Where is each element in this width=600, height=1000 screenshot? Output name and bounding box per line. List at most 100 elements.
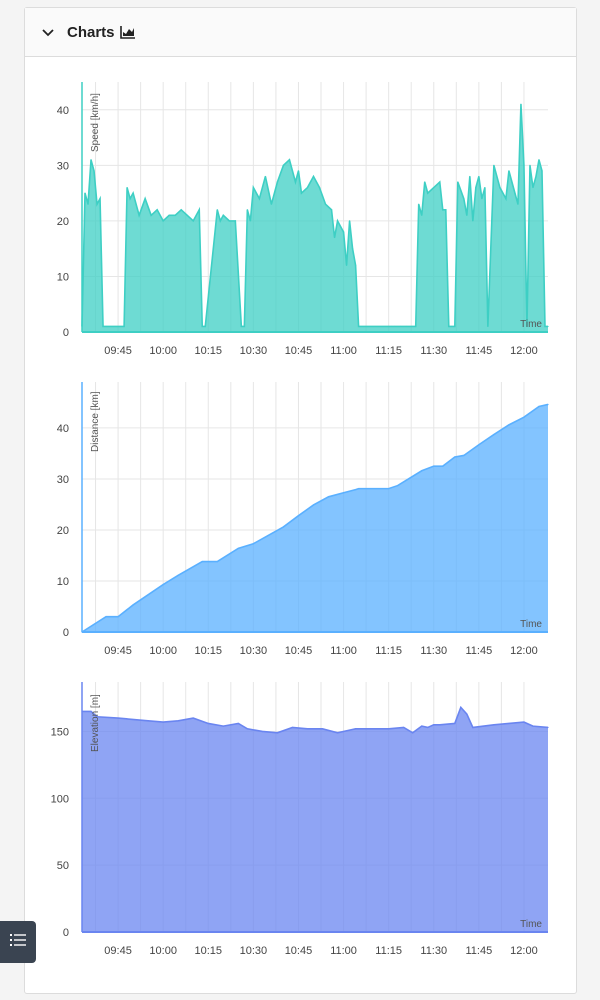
distance-point	[357, 488, 360, 490]
speed-point	[204, 325, 206, 328]
x-tick-label: 11:45	[465, 645, 492, 657]
speed-point	[222, 214, 224, 216]
speed-point	[270, 203, 273, 205]
speed-point	[487, 325, 489, 328]
list-toggle-button[interactable]	[0, 921, 36, 963]
speed-point	[249, 220, 251, 222]
speed-point	[424, 181, 426, 183]
speed-point	[180, 209, 182, 211]
distance-point	[162, 583, 164, 586]
speed-point	[342, 231, 345, 233]
speed-point	[258, 198, 260, 200]
speed-point	[294, 181, 297, 183]
x-axis-label: Time	[520, 919, 542, 930]
elevation-area	[82, 707, 548, 932]
elevation-point	[177, 720, 179, 722]
speed-point	[198, 209, 200, 211]
speed-point	[123, 325, 125, 328]
panel-title: Charts	[67, 23, 115, 41]
speed-point	[547, 325, 549, 328]
elevation-point	[439, 724, 441, 726]
x-tick-label: 09:45	[104, 345, 132, 357]
speed-point	[499, 186, 501, 189]
area-chart-icon	[119, 25, 136, 39]
elevation-point	[454, 722, 456, 725]
elevation-chart: 0 50 100 150 09:45 10:00 10:15 10:30 10:45 11:00 1…	[51, 682, 549, 957]
x-tick-label: 09:45	[104, 645, 132, 657]
elevation-point	[261, 730, 263, 733]
speed-point	[276, 181, 279, 183]
distance-point	[105, 616, 107, 618]
speed-point	[186, 214, 188, 216]
speed-point	[282, 164, 285, 166]
speed-point	[243, 325, 245, 328]
x-tick-label: 10:30	[240, 345, 268, 357]
elevation-point	[222, 725, 224, 727]
elevation-point	[403, 726, 405, 729]
x-tick-label: 10:00	[149, 945, 177, 957]
x-tick-label: 10:45	[285, 645, 313, 657]
speed-point	[493, 164, 495, 166]
y-tick-label: 10	[57, 576, 69, 588]
y-tick-label: 40	[57, 423, 69, 435]
x-tick-label: 10:30	[240, 945, 268, 957]
distance-point	[117, 616, 119, 618]
distance-point	[442, 465, 444, 467]
speed-point	[318, 186, 321, 189]
speed-point	[541, 170, 543, 172]
speed-point	[93, 170, 95, 172]
speed-point	[252, 186, 254, 189]
speed-point	[532, 186, 534, 189]
speed-point	[433, 186, 435, 189]
x-tick-label: 11:00	[330, 945, 357, 957]
speed-point	[132, 192, 134, 194]
speed-point	[351, 248, 354, 250]
distance-point	[547, 403, 549, 406]
speed-point	[445, 209, 447, 211]
distance-point	[327, 496, 330, 498]
speed-point	[478, 175, 480, 178]
elevation-point	[547, 726, 549, 729]
speed-point	[529, 164, 531, 166]
speed-point	[514, 192, 516, 194]
speed-point	[246, 209, 248, 211]
distance-chart: 0 10 20 30 40 09:45 10:00 10:15 10:30 10:45 11:00 1…	[57, 382, 549, 657]
x-tick-label: 11:15	[375, 645, 402, 657]
elevation-point	[460, 706, 462, 709]
speed-point	[129, 198, 131, 200]
elevation-point	[321, 728, 324, 730]
speed-point	[330, 209, 333, 211]
distance-point	[508, 424, 510, 426]
distance-point	[523, 416, 525, 418]
distance-point	[297, 515, 300, 517]
x-tick-label: 12:00	[510, 645, 538, 657]
elevation-point	[354, 728, 357, 730]
distance-point	[421, 470, 423, 472]
elevation-point	[276, 732, 279, 734]
speed-point	[442, 209, 444, 211]
elevation-point	[237, 722, 239, 725]
distance-point	[342, 492, 345, 494]
speed-point	[333, 236, 336, 239]
speed-point	[538, 159, 540, 161]
y-tick-label: 100	[51, 793, 69, 805]
distance-point	[388, 488, 390, 490]
elevation-point	[147, 720, 149, 722]
speed-point	[391, 325, 393, 328]
distance-point	[312, 504, 315, 506]
distance-point	[463, 454, 465, 457]
elevation-point	[493, 724, 495, 726]
x-tick-label: 10:15	[195, 945, 223, 957]
chevron-down-icon[interactable]	[41, 25, 55, 39]
charts-panel-header[interactable]: Charts	[25, 8, 576, 57]
speed-point	[475, 186, 477, 189]
speed-point	[520, 103, 522, 105]
x-tick-label: 11:30	[420, 645, 447, 657]
x-tick-label: 11:45	[465, 345, 492, 357]
speed-point	[511, 181, 513, 183]
elevation-point	[291, 726, 294, 729]
x-tick-label: 11:15	[375, 945, 402, 957]
x-tick-label: 10:30	[240, 645, 268, 657]
y-axis-label: Distance [km]	[90, 391, 101, 452]
speed-point	[216, 209, 218, 211]
